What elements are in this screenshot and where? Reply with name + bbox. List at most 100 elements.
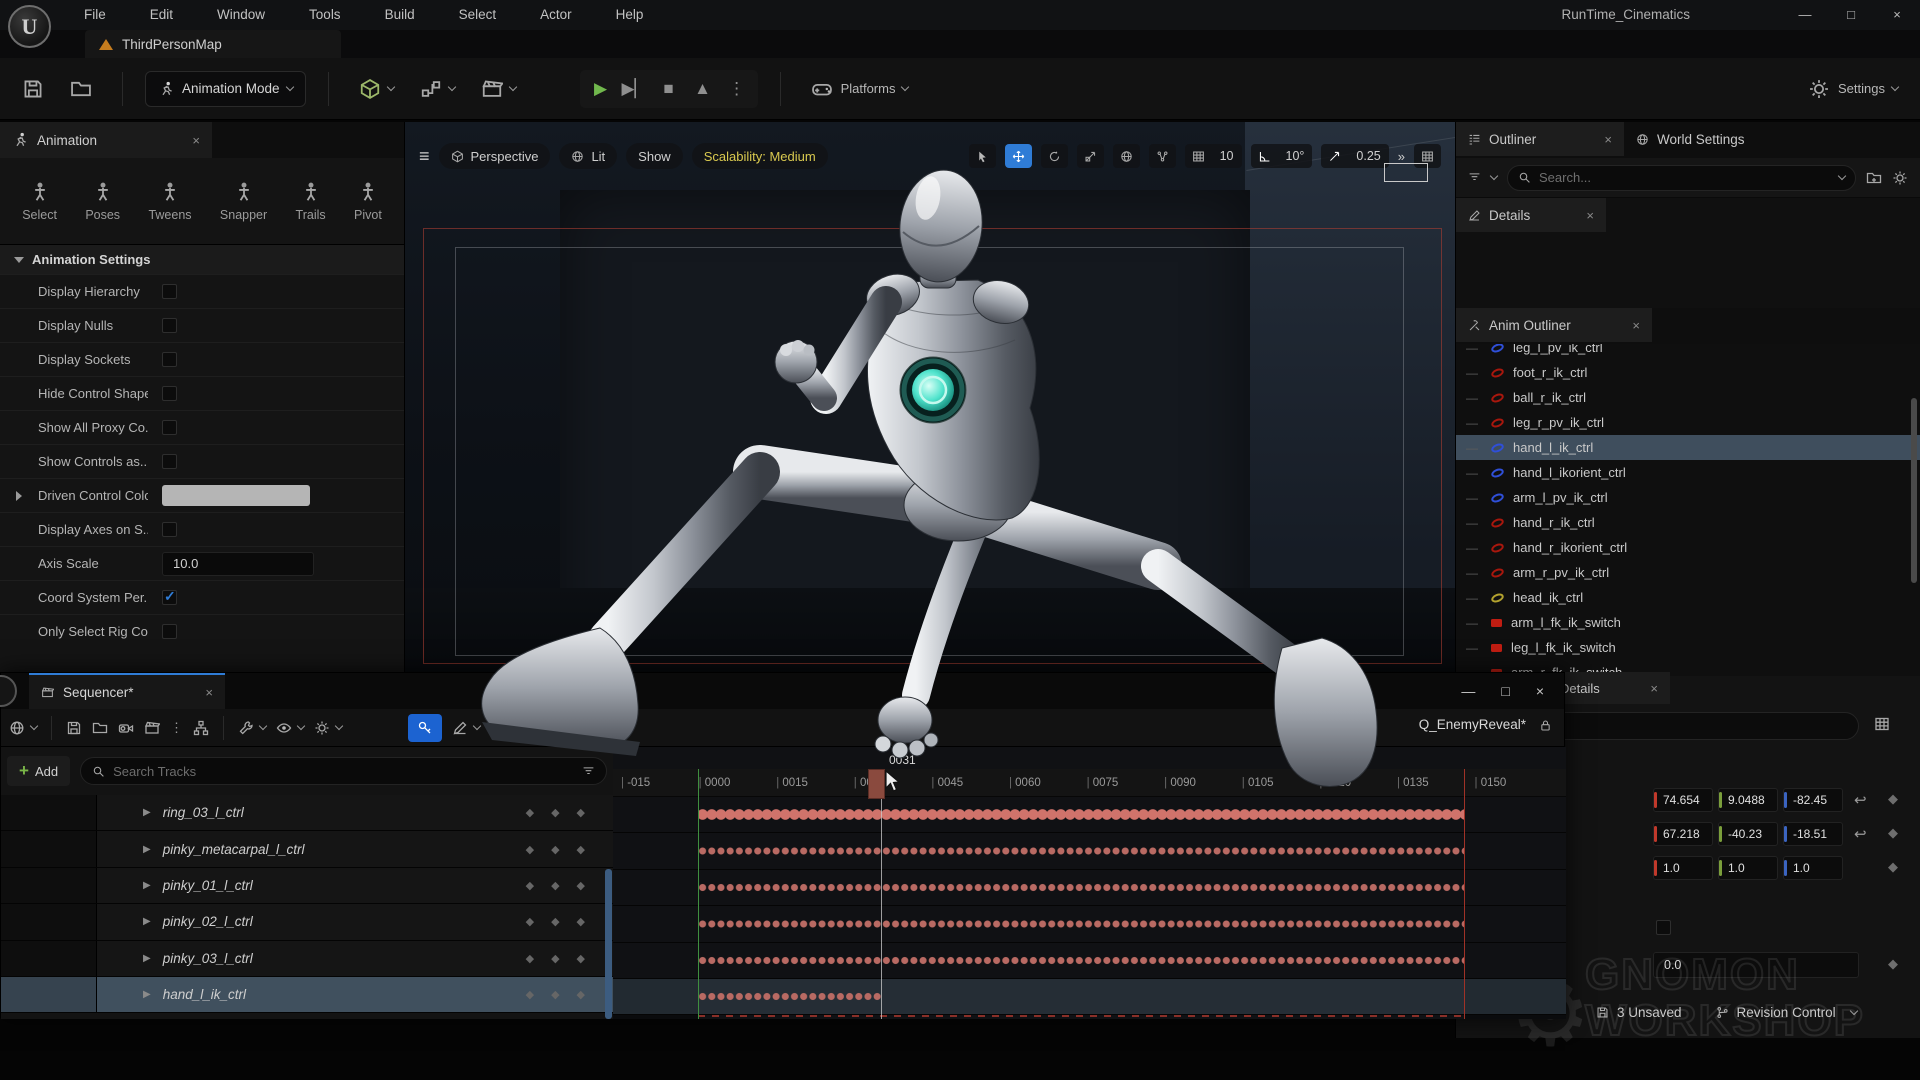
visibility-toggle[interactable]: —: [1466, 541, 1482, 555]
unsaved-button[interactable]: 3 Unsaved: [1596, 1005, 1682, 1020]
playhead-line[interactable]: [881, 769, 882, 1019]
keyframe-dots[interactable]: [698, 797, 1464, 832]
value-z-input[interactable]: 1.0: [1783, 856, 1843, 880]
animation-tool-button[interactable]: Pivot: [354, 181, 382, 222]
content-browser-button[interactable]: [62, 72, 100, 106]
setting-checkbox[interactable]: [162, 318, 177, 333]
animation-tool-button[interactable]: Select: [22, 181, 57, 222]
expand-icon[interactable]: [16, 491, 22, 501]
menu-item[interactable]: Select: [437, 0, 519, 30]
keyframe-diamond-icon[interactable]: ◆: [1888, 956, 1898, 972]
tab-outliner[interactable]: Outliner ×: [1456, 122, 1624, 156]
visibility-toggle[interactable]: —: [1466, 344, 1482, 355]
perspective-dropdown[interactable]: Perspective: [439, 143, 551, 169]
sequencer-timeline[interactable]: -015000000150030004500600075009001050120…: [613, 747, 1566, 1019]
save-button[interactable]: [14, 72, 52, 106]
prev-key-icon[interactable]: ◆: [526, 952, 534, 965]
view-options-icon[interactable]: [276, 720, 292, 736]
value-z-input[interactable]: -82.45: [1783, 788, 1843, 812]
snap-options-icon[interactable]: ⋮: [552, 720, 565, 736]
track-row[interactable]: ▶ pinky_metacarpal_l_ctrl ◆ ◆ ◆: [1, 831, 613, 867]
tab-animation[interactable]: Animation ×: [0, 122, 212, 158]
property-value-input[interactable]: 0.0: [1653, 952, 1859, 978]
show-dropdown[interactable]: Show: [626, 143, 683, 169]
mode-select-dropdown[interactable]: Animation Mode: [145, 71, 306, 107]
close-button[interactable]: ×: [1536, 683, 1544, 699]
visibility-toggle[interactable]: —: [1466, 566, 1482, 580]
prev-key-icon[interactable]: ◆: [526, 988, 534, 1001]
scale-snap-value[interactable]: 0.25: [1348, 149, 1388, 163]
reset-icon[interactable]: ↩: [1854, 825, 1867, 843]
value-z-input[interactable]: -18.51: [1783, 822, 1843, 846]
minimize-button[interactable]: —: [1461, 683, 1475, 699]
anim-control-row[interactable]: — leg_r_pv_ik_ctrl: [1456, 410, 1920, 435]
next-key-icon[interactable]: ◆: [577, 806, 585, 819]
scale-snap-button[interactable]: [1321, 144, 1348, 168]
minimize-button[interactable]: —: [1782, 0, 1828, 30]
expand-icon[interactable]: ▶: [143, 844, 151, 855]
anim-control-row[interactable]: — arm_l_pv_ik_ctrl: [1456, 485, 1920, 510]
playhead-marker[interactable]: [868, 769, 885, 799]
add-track-button[interactable]: + Add: [7, 756, 70, 786]
anim-control-row[interactable]: — hand_r_ik_ctrl: [1456, 510, 1920, 535]
track-row[interactable]: ▶ hand_l_ik_ctrl ◆ ◆ ◆: [1, 977, 613, 1013]
setting-checkbox[interactable]: [162, 522, 177, 537]
menu-item[interactable]: File: [62, 0, 128, 30]
value-y-input[interactable]: 1.0: [1718, 856, 1778, 880]
grid-snap-button[interactable]: [1185, 144, 1212, 168]
outliner-settings-icon[interactable]: [1892, 170, 1908, 186]
expand-icon[interactable]: ▶: [143, 807, 151, 818]
keyframe-row[interactable]: [613, 906, 1566, 942]
value-x-input[interactable]: 1.0: [1653, 856, 1713, 880]
property-checkbox[interactable]: [1656, 920, 1671, 935]
add-key-icon[interactable]: ◆: [551, 806, 559, 819]
prev-key-icon[interactable]: ◆: [526, 915, 534, 928]
close-icon[interactable]: ×: [192, 133, 200, 148]
color-swatch[interactable]: [162, 485, 310, 506]
settings-dropdown[interactable]: Settings: [1800, 72, 1906, 106]
setting-checkbox[interactable]: [162, 352, 177, 367]
close-icon[interactable]: ×: [205, 685, 213, 700]
expand-icon[interactable]: ▶: [143, 953, 151, 964]
eject-button[interactable]: ▲: [686, 79, 720, 99]
keyframe-dots[interactable]: [698, 906, 1464, 941]
fps-dropdown[interactable]: 30 fps: [581, 720, 629, 735]
sequencer-titlebar[interactable]: Sequencer* × — □ ×: [1, 673, 1564, 709]
anim-control-row[interactable]: — hand_r_ikorient_ctrl: [1456, 535, 1920, 560]
visibility-toggle[interactable]: —: [1466, 441, 1482, 455]
next-key-icon[interactable]: ◆: [577, 952, 585, 965]
anim-control-row[interactable]: — hand_l_ikorient_ctrl: [1456, 460, 1920, 485]
menu-item[interactable]: Build: [363, 0, 437, 30]
next-key-icon[interactable]: ◆: [577, 988, 585, 1001]
cinematics-button[interactable]: [473, 72, 524, 106]
scalability-badge[interactable]: Scalability: Medium: [692, 143, 828, 169]
property-matrix-icon[interactable]: [1874, 716, 1890, 732]
track-search-input[interactable]: Search Tracks: [80, 757, 607, 785]
maximize-button[interactable]: □: [1501, 683, 1509, 699]
snap-button[interactable]: [508, 714, 542, 742]
keyframe-dots[interactable]: [698, 943, 1464, 978]
camera-icon[interactable]: [118, 720, 134, 736]
timeline-ruler[interactable]: -015000000150030004500600075009001050120…: [613, 769, 1566, 797]
browse-sequence-icon[interactable]: [92, 720, 108, 736]
visibility-toggle[interactable]: —: [1466, 416, 1482, 430]
anim-outliner-scrollbar[interactable]: [1911, 398, 1917, 583]
save-sequence-icon[interactable]: [66, 720, 82, 736]
setting-checkbox[interactable]: [162, 590, 177, 605]
animation-tool-button[interactable]: Snapper: [220, 181, 267, 222]
anim-control-row[interactable]: — leg_l_pv_ik_ctrl: [1456, 344, 1920, 360]
more-options-icon[interactable]: ⋮: [170, 720, 183, 736]
filter-icon[interactable]: [582, 765, 595, 778]
viewport-menu-icon[interactable]: ≡: [419, 146, 430, 167]
visibility-toggle[interactable]: —: [1466, 391, 1482, 405]
anim-control-row[interactable]: — foot_r_ik_ctrl: [1456, 360, 1920, 385]
visibility-toggle[interactable]: —: [1466, 616, 1482, 630]
reset-icon[interactable]: ↩: [1854, 791, 1867, 809]
world-coordinate-button[interactable]: [1113, 144, 1140, 168]
rotate-tool-button[interactable]: [1041, 144, 1068, 168]
track-row[interactable]: ▶ pinky_02_l_ctrl ◆ ◆ ◆: [1, 904, 613, 940]
prev-key-icon[interactable]: ◆: [526, 843, 534, 856]
close-button[interactable]: ×: [1874, 0, 1920, 30]
visibility-toggle[interactable]: —: [1466, 516, 1482, 530]
value-y-input[interactable]: 9.0488: [1718, 788, 1778, 812]
